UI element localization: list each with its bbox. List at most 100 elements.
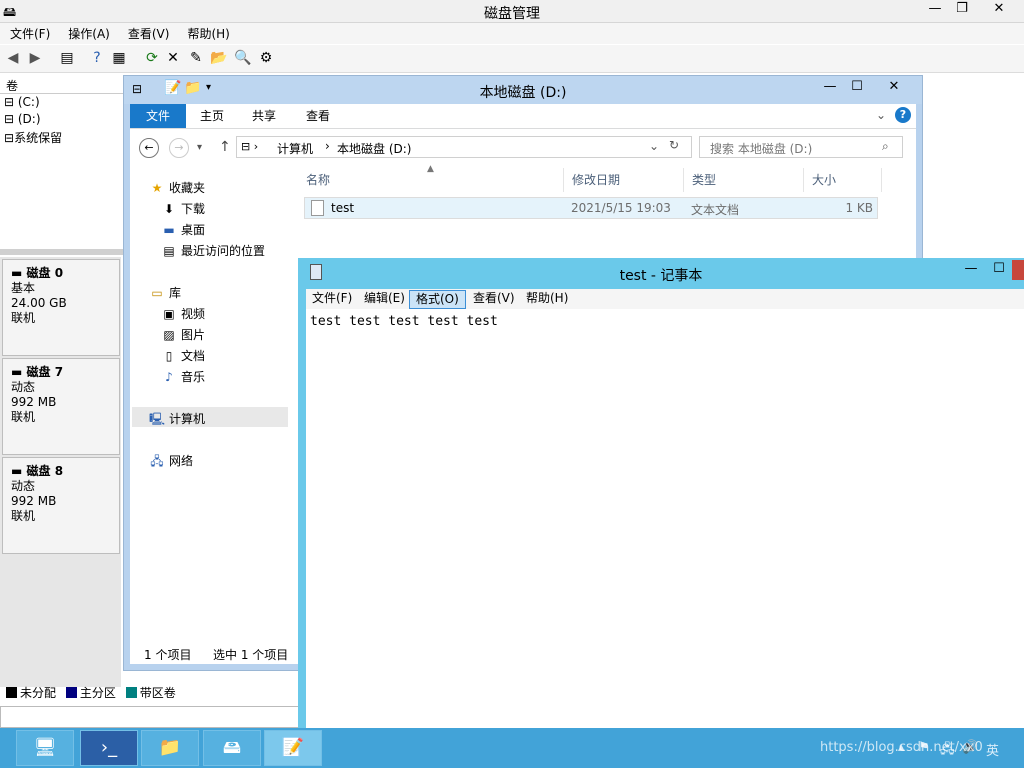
settings-icon[interactable]: ⚙ xyxy=(257,49,275,67)
disk-name: 磁盘 0 xyxy=(26,266,64,280)
search-box[interactable]: 搜索 本地磁盘 (D:) ⌕ xyxy=(699,136,903,158)
explorer-titlebar: ⊟ 📝 📁 ▾ 本地磁盘 (D:) — ☐ ✕ xyxy=(124,76,922,104)
properties-icon[interactable]: ▦ xyxy=(110,49,128,67)
disk-status: 联机 xyxy=(11,509,36,523)
refresh-icon[interactable]: ⟳ xyxy=(143,49,161,67)
table-row[interactable]: test 2021/5/15 19:03 文本文档 1 KB xyxy=(304,197,878,219)
help-icon[interactable]: ? xyxy=(88,49,106,67)
nav-videos[interactable]: ▣ 视频 xyxy=(161,305,205,322)
breadcrumb-computer[interactable]: 计算机 xyxy=(277,140,313,157)
nav-network[interactable]: 🖧 网络 xyxy=(149,452,193,473)
maximize-button[interactable]: ☐ xyxy=(986,260,1012,280)
menu-action[interactable]: 操作(A) xyxy=(58,23,118,42)
network-icon: 🖧 xyxy=(150,454,164,468)
volume-column-header[interactable]: 卷 xyxy=(0,77,123,94)
minimize-button[interactable]: — xyxy=(817,78,843,98)
search-icon[interactable]: ⌕ xyxy=(882,139,889,154)
column-modified[interactable]: 修改日期 xyxy=(564,168,684,192)
check-icon[interactable]: ✎ xyxy=(187,49,205,67)
address-bar[interactable]: ⊟ › 计算机 › 本地磁盘 (D:) ⌄ ↻ xyxy=(236,136,692,158)
file-size: 1 KB xyxy=(845,201,873,215)
menu-edit[interactable]: 编辑(E) xyxy=(358,290,411,307)
menu-help[interactable]: 帮助(H) xyxy=(177,23,237,42)
chevron-down-icon[interactable]: ⌄ xyxy=(649,139,659,153)
server-manager-icon[interactable]: 🖥 xyxy=(16,730,74,766)
help-icon[interactable]: ? xyxy=(895,107,911,123)
disk-size: 992 MB xyxy=(11,395,57,409)
nav-pictures[interactable]: ▨ 图片 xyxy=(161,326,205,343)
close-button[interactable]: ✕ xyxy=(976,0,1022,20)
breadcrumb-drive[interactable]: 本地磁盘 (D:) xyxy=(337,140,411,157)
search-input[interactable]: 搜索 本地磁盘 (D:) xyxy=(710,140,812,157)
console-tree-icon[interactable]: ▤ xyxy=(58,49,76,67)
pane-splitter[interactable] xyxy=(0,249,123,255)
notepad-menu-bar: 文件(F) 编辑(E) 格式(O) 查看(V) 帮助(H) xyxy=(306,289,1024,309)
status-bar xyxy=(0,706,299,728)
volume-item[interactable]: ⊟ (C:) xyxy=(0,95,123,112)
language-indicator[interactable]: 英 xyxy=(986,740,999,759)
file-modified: 2021/5/15 19:03 xyxy=(571,201,671,215)
column-type[interactable]: 类型 xyxy=(684,168,804,192)
close-button[interactable]: ✕ xyxy=(872,78,916,98)
back-icon[interactable]: ◀ xyxy=(4,49,22,67)
delete-icon[interactable]: ✕ xyxy=(164,49,182,67)
nav-downloads[interactable]: ⬇ 下载 xyxy=(161,200,205,217)
tab-view[interactable]: 查看 xyxy=(292,104,344,128)
disk-7[interactable]: ▬ 磁盘 7 动态 992 MB 联机 xyxy=(2,358,120,455)
file-type: 文本文档 xyxy=(691,203,740,217)
nav-computer[interactable]: 🖳 计算机 xyxy=(149,410,205,431)
nav-music[interactable]: ♪ 音乐 xyxy=(161,368,205,385)
minimize-button[interactable]: — xyxy=(922,0,948,20)
up-arrow-icon[interactable]: ↑ xyxy=(219,139,231,155)
volume-item[interactable]: ⊟ (D:) xyxy=(0,112,123,129)
column-size[interactable]: 大小 xyxy=(804,168,882,192)
volume-item[interactable]: ⊟系统保留 xyxy=(0,129,123,146)
download-icon: ⬇ xyxy=(163,202,175,216)
menu-view[interactable]: 查看(V) xyxy=(118,23,178,42)
disk-8[interactable]: ▬ 磁盘 8 动态 992 MB 联机 xyxy=(2,457,120,554)
menu-help[interactable]: 帮助(H) xyxy=(520,290,574,307)
restore-button[interactable]: ❐ xyxy=(949,0,975,20)
drive-icon: ⊟ › xyxy=(241,140,259,153)
maximize-button[interactable]: ☐ xyxy=(844,78,870,98)
disk-management-icon[interactable]: 🖴 xyxy=(203,730,261,766)
disk-0[interactable]: ▬ 磁盘 0 基本 24.00 GB 联机 xyxy=(2,259,120,356)
tab-share[interactable]: 共享 xyxy=(238,104,290,128)
refresh-icon[interactable]: ↻ xyxy=(669,138,679,152)
forward-icon[interactable]: ▶ xyxy=(26,49,44,67)
file-explorer-icon[interactable]: 📁 xyxy=(141,730,199,766)
column-name[interactable]: 名称 xyxy=(298,168,564,192)
nav-recent[interactable]: ▤ 最近访问的位置 xyxy=(161,242,265,259)
nav-libraries[interactable]: ▭ 库 xyxy=(149,284,181,301)
disk-status: 联机 xyxy=(11,410,36,424)
disk-size: 992 MB xyxy=(11,494,57,508)
nav-documents[interactable]: ▯ 文档 xyxy=(161,347,205,364)
disk-name: 磁盘 7 xyxy=(26,365,64,379)
disk-panel: ▬ 磁盘 0 基本 24.00 GB 联机 ▬ 磁盘 7 动态 992 MB 联… xyxy=(0,257,121,687)
computer-icon: 🖳 xyxy=(149,412,166,426)
chevron-down-icon[interactable]: ⌄ xyxy=(876,108,886,122)
disk-name: 磁盘 8 xyxy=(26,464,64,478)
nav-favorites[interactable]: ★ 收藏夹 xyxy=(149,179,205,196)
recent-locations-icon[interactable]: ▾ xyxy=(197,142,202,153)
drive-icon: ⊟ xyxy=(4,112,18,126)
minimize-button[interactable]: — xyxy=(958,260,984,280)
tab-file[interactable]: 文件 xyxy=(130,104,186,128)
tab-home[interactable]: 主页 xyxy=(186,104,238,128)
forward-button[interactable]: → xyxy=(169,138,189,158)
breadcrumb-separator-icon: › xyxy=(325,139,330,153)
search-icon[interactable]: 🔍 xyxy=(234,49,252,67)
legend-swatch xyxy=(6,687,17,698)
menu-file[interactable]: 文件(F) xyxy=(0,23,58,42)
back-button[interactable]: ← xyxy=(139,138,159,158)
notepad-taskbar-icon[interactable]: 📝 xyxy=(264,730,322,766)
powershell-icon[interactable]: ›_ xyxy=(80,730,138,766)
notepad-text-area[interactable]: test test test test test xyxy=(306,309,1024,728)
open-folder-icon[interactable]: 📂 xyxy=(210,49,228,67)
nav-desktop[interactable]: ▬ 桌面 xyxy=(161,221,205,238)
close-button[interactable] xyxy=(1012,260,1024,280)
menu-file[interactable]: 文件(F) xyxy=(306,290,358,307)
menu-view[interactable]: 查看(V) xyxy=(467,290,521,307)
menu-format[interactable]: 格式(O) xyxy=(409,290,466,309)
disk-management-titlebar: 🖴 磁盘管理 — ❐ ✕ xyxy=(0,0,1024,23)
